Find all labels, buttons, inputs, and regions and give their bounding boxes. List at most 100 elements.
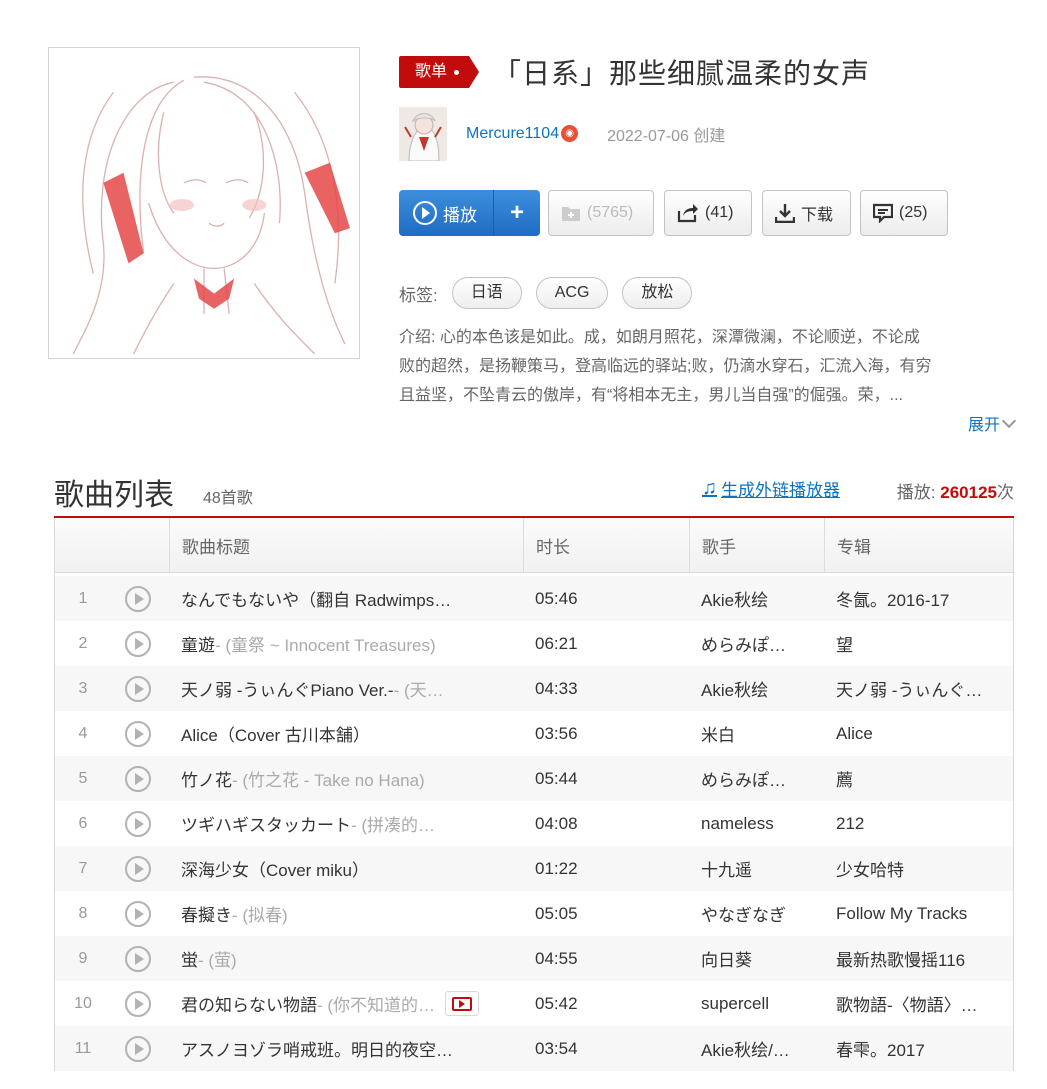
song-subtitle: - (拼凑的… bbox=[351, 816, 436, 835]
tag-acg[interactable]: ACG bbox=[535, 277, 609, 309]
song-title[interactable]: アスノヨゾラ哨戒班。明日的夜空… bbox=[181, 1036, 453, 1061]
row-play-button[interactable] bbox=[111, 1035, 169, 1062]
download-button[interactable]: 下载 bbox=[762, 190, 851, 236]
creator-name[interactable]: Mercure1104 ◉ bbox=[466, 125, 579, 143]
song-artist[interactable]: 向日葵 bbox=[689, 946, 824, 971]
song-album[interactable]: 春雫。2017 bbox=[824, 1036, 1013, 1061]
mv-icon[interactable] bbox=[445, 991, 480, 1016]
song-album[interactable]: 歌物語-〈物語〉… bbox=[824, 991, 1013, 1016]
song-count: 48首歌 bbox=[203, 490, 253, 507]
row-index: 4 bbox=[78, 724, 88, 742]
intro-line: 败的超然，是扬鞭策马，登高临远的驿站;败，仍滴水穿石，汇流入海，有穷 bbox=[399, 358, 932, 375]
song-album[interactable]: 望 bbox=[824, 631, 1013, 656]
play-button-group: 播放 + bbox=[399, 190, 540, 236]
row-title-cell: 蛍 - (萤) bbox=[169, 946, 523, 971]
song-artist[interactable]: Akie秋绘 bbox=[689, 676, 824, 701]
song-album[interactable]: Follow My Tracks bbox=[824, 904, 1013, 924]
song-artist[interactable]: 米白 bbox=[689, 721, 824, 746]
row-play-button[interactable] bbox=[111, 945, 169, 972]
row-index: 6 bbox=[78, 814, 88, 832]
row-play-button[interactable] bbox=[111, 855, 169, 882]
tag-japanese[interactable]: 日语 bbox=[451, 277, 522, 309]
song-artist[interactable]: Akie秋绘/… bbox=[689, 1036, 824, 1061]
song-table: 歌曲标题 时长 歌手 专辑 1 なんでもないや（翻自 Radwimps… 05:46… bbox=[54, 518, 1014, 1071]
favorite-button[interactable]: (5765) bbox=[548, 190, 654, 236]
song-title[interactable]: 春擬き bbox=[181, 901, 232, 926]
table-row[interactable]: 1 なんでもないや（翻自 Radwimps… 05:46 Akie秋绘 冬氤。2016-… bbox=[55, 576, 1013, 621]
song-artist[interactable]: めらみぽ… bbox=[689, 631, 824, 656]
play-circle-icon bbox=[125, 630, 151, 657]
table-row[interactable]: 2 童遊 - (童祭 ~ Innocent Treasures) 06:21 めらみぽ… bbox=[55, 621, 1013, 666]
playlist-cover bbox=[48, 47, 360, 359]
play-icon bbox=[413, 201, 437, 225]
row-play-button[interactable] bbox=[111, 990, 169, 1017]
comment-button[interactable]: (25) bbox=[860, 190, 948, 236]
table-row[interactable]: 10 君の知らない物語 - (你不知道的… 05:42 supercell 歌物語-〈物… bbox=[55, 981, 1013, 1026]
creator-avatar[interactable] bbox=[399, 107, 447, 161]
song-album[interactable]: 212 bbox=[824, 814, 1013, 834]
row-title-cell: 竹ノ花 - (竹之花 - Take no Hana) bbox=[169, 766, 523, 791]
table-row[interactable]: 4 Alice（Cover 古川本舗） 03:56 米白 Alice bbox=[55, 711, 1013, 756]
song-title[interactable]: 童遊 bbox=[181, 631, 215, 656]
song-artist[interactable]: Akie秋绘 bbox=[689, 586, 824, 611]
song-title[interactable]: 深海少女（Cover miku） bbox=[181, 856, 369, 881]
play-circle-icon bbox=[125, 585, 151, 612]
song-artist[interactable]: めらみぽ… bbox=[689, 766, 824, 791]
play-circle-icon bbox=[125, 855, 151, 882]
song-album[interactable]: 薦 bbox=[824, 766, 1013, 791]
song-subtitle: - (萤) bbox=[198, 951, 237, 970]
play-circle-icon bbox=[125, 720, 151, 747]
row-play-button[interactable] bbox=[111, 900, 169, 927]
table-row[interactable]: 5 竹ノ花 - (竹之花 - Take no Hana) 05:44 めらみぽ… 薦 bbox=[55, 756, 1013, 801]
outer-player-link[interactable]: ♫ 生成外链播放器 bbox=[702, 476, 840, 501]
song-duration: 06:21 bbox=[535, 633, 578, 653]
song-title[interactable]: Alice（Cover 古川本舗） bbox=[181, 721, 370, 746]
tag-relax[interactable]: 放松 bbox=[622, 277, 693, 309]
intro-line: 介绍: 心的本色该是如此。成，如朗月照花，深潭微澜，不论顺逆，不论成 bbox=[399, 329, 920, 346]
share-button[interactable]: (41) bbox=[664, 190, 752, 236]
table-row[interactable]: 9 蛍 - (萤) 04:55 向日葵 最新热歌慢摇116 bbox=[55, 936, 1013, 981]
table-row[interactable]: 3 天ノ弱 -うぃんぐPiano Ver.- - (天… 04:33 Akie秋绘 天ノ… bbox=[55, 666, 1013, 711]
song-artist[interactable]: nameless bbox=[689, 814, 824, 834]
table-header: 歌曲标题 时长 歌手 专辑 bbox=[55, 518, 1013, 573]
song-title[interactable]: 蛍 bbox=[181, 946, 198, 971]
avatar-image bbox=[399, 107, 447, 161]
song-album[interactable]: 冬氤。2016-17 bbox=[824, 586, 1013, 611]
table-row[interactable]: 6 ツギハギスタッカート - (拼凑的… 04:08 nameless 212 bbox=[55, 801, 1013, 846]
outer-player-link-text: 生成外链播放器 bbox=[721, 481, 840, 500]
row-title-cell: ツギハギスタッカート - (拼凑的… bbox=[169, 811, 523, 836]
music-note-icon: ♫ bbox=[702, 477, 717, 499]
song-title[interactable]: 天ノ弱 -うぃんぐPiano Ver.- bbox=[181, 676, 394, 701]
row-play-button[interactable] bbox=[111, 810, 169, 837]
song-duration: 03:54 bbox=[535, 1038, 578, 1058]
table-row[interactable]: 11 アスノヨゾラ哨戒班。明日的夜空… 03:54 Akie秋绘/… 春雫。2017 bbox=[55, 1026, 1013, 1071]
table-row[interactable]: 8 春擬き - (拟春) 05:05 やなぎなぎ Follow My Tracks bbox=[55, 891, 1013, 936]
song-title[interactable]: ツギハギスタッカート bbox=[181, 811, 351, 836]
row-play-button[interactable] bbox=[111, 720, 169, 747]
row-title-cell: アスノヨゾラ哨戒班。明日的夜空… bbox=[169, 1036, 523, 1061]
table-row[interactable]: 7 深海少女（Cover miku） 01:22 十九遥 少女哈特 bbox=[55, 846, 1013, 891]
row-index: 1 bbox=[78, 589, 88, 607]
song-album[interactable]: 最新热歌慢摇116 bbox=[824, 946, 1013, 971]
song-duration: 05:46 bbox=[535, 588, 578, 608]
song-artist[interactable]: やなぎなぎ bbox=[689, 901, 824, 926]
play-button[interactable]: 播放 bbox=[399, 190, 494, 236]
song-artist[interactable]: 十九遥 bbox=[689, 856, 824, 881]
song-artist[interactable]: supercell bbox=[689, 994, 824, 1014]
row-play-button[interactable] bbox=[111, 765, 169, 792]
row-play-button[interactable] bbox=[111, 630, 169, 657]
row-play-button[interactable] bbox=[111, 675, 169, 702]
add-to-queue-button[interactable]: + bbox=[494, 190, 540, 236]
song-duration: 04:33 bbox=[535, 678, 578, 698]
row-play-button[interactable] bbox=[111, 585, 169, 612]
song-album[interactable]: 少女哈特 bbox=[824, 856, 1013, 881]
share-icon bbox=[677, 203, 699, 223]
song-duration: 01:22 bbox=[535, 858, 578, 878]
song-title[interactable]: 君の知らない物語 bbox=[181, 991, 317, 1016]
song-title[interactable]: 竹ノ花 bbox=[181, 766, 232, 791]
song-album[interactable]: 天ノ弱 -うぃんぐ… bbox=[824, 676, 1013, 701]
song-album[interactable]: Alice bbox=[824, 724, 1013, 744]
play-circle-icon bbox=[125, 1035, 151, 1062]
expand-link[interactable]: 展开 bbox=[399, 411, 1017, 435]
song-title[interactable]: なんでもないや（翻自 Radwimps… bbox=[181, 586, 451, 611]
